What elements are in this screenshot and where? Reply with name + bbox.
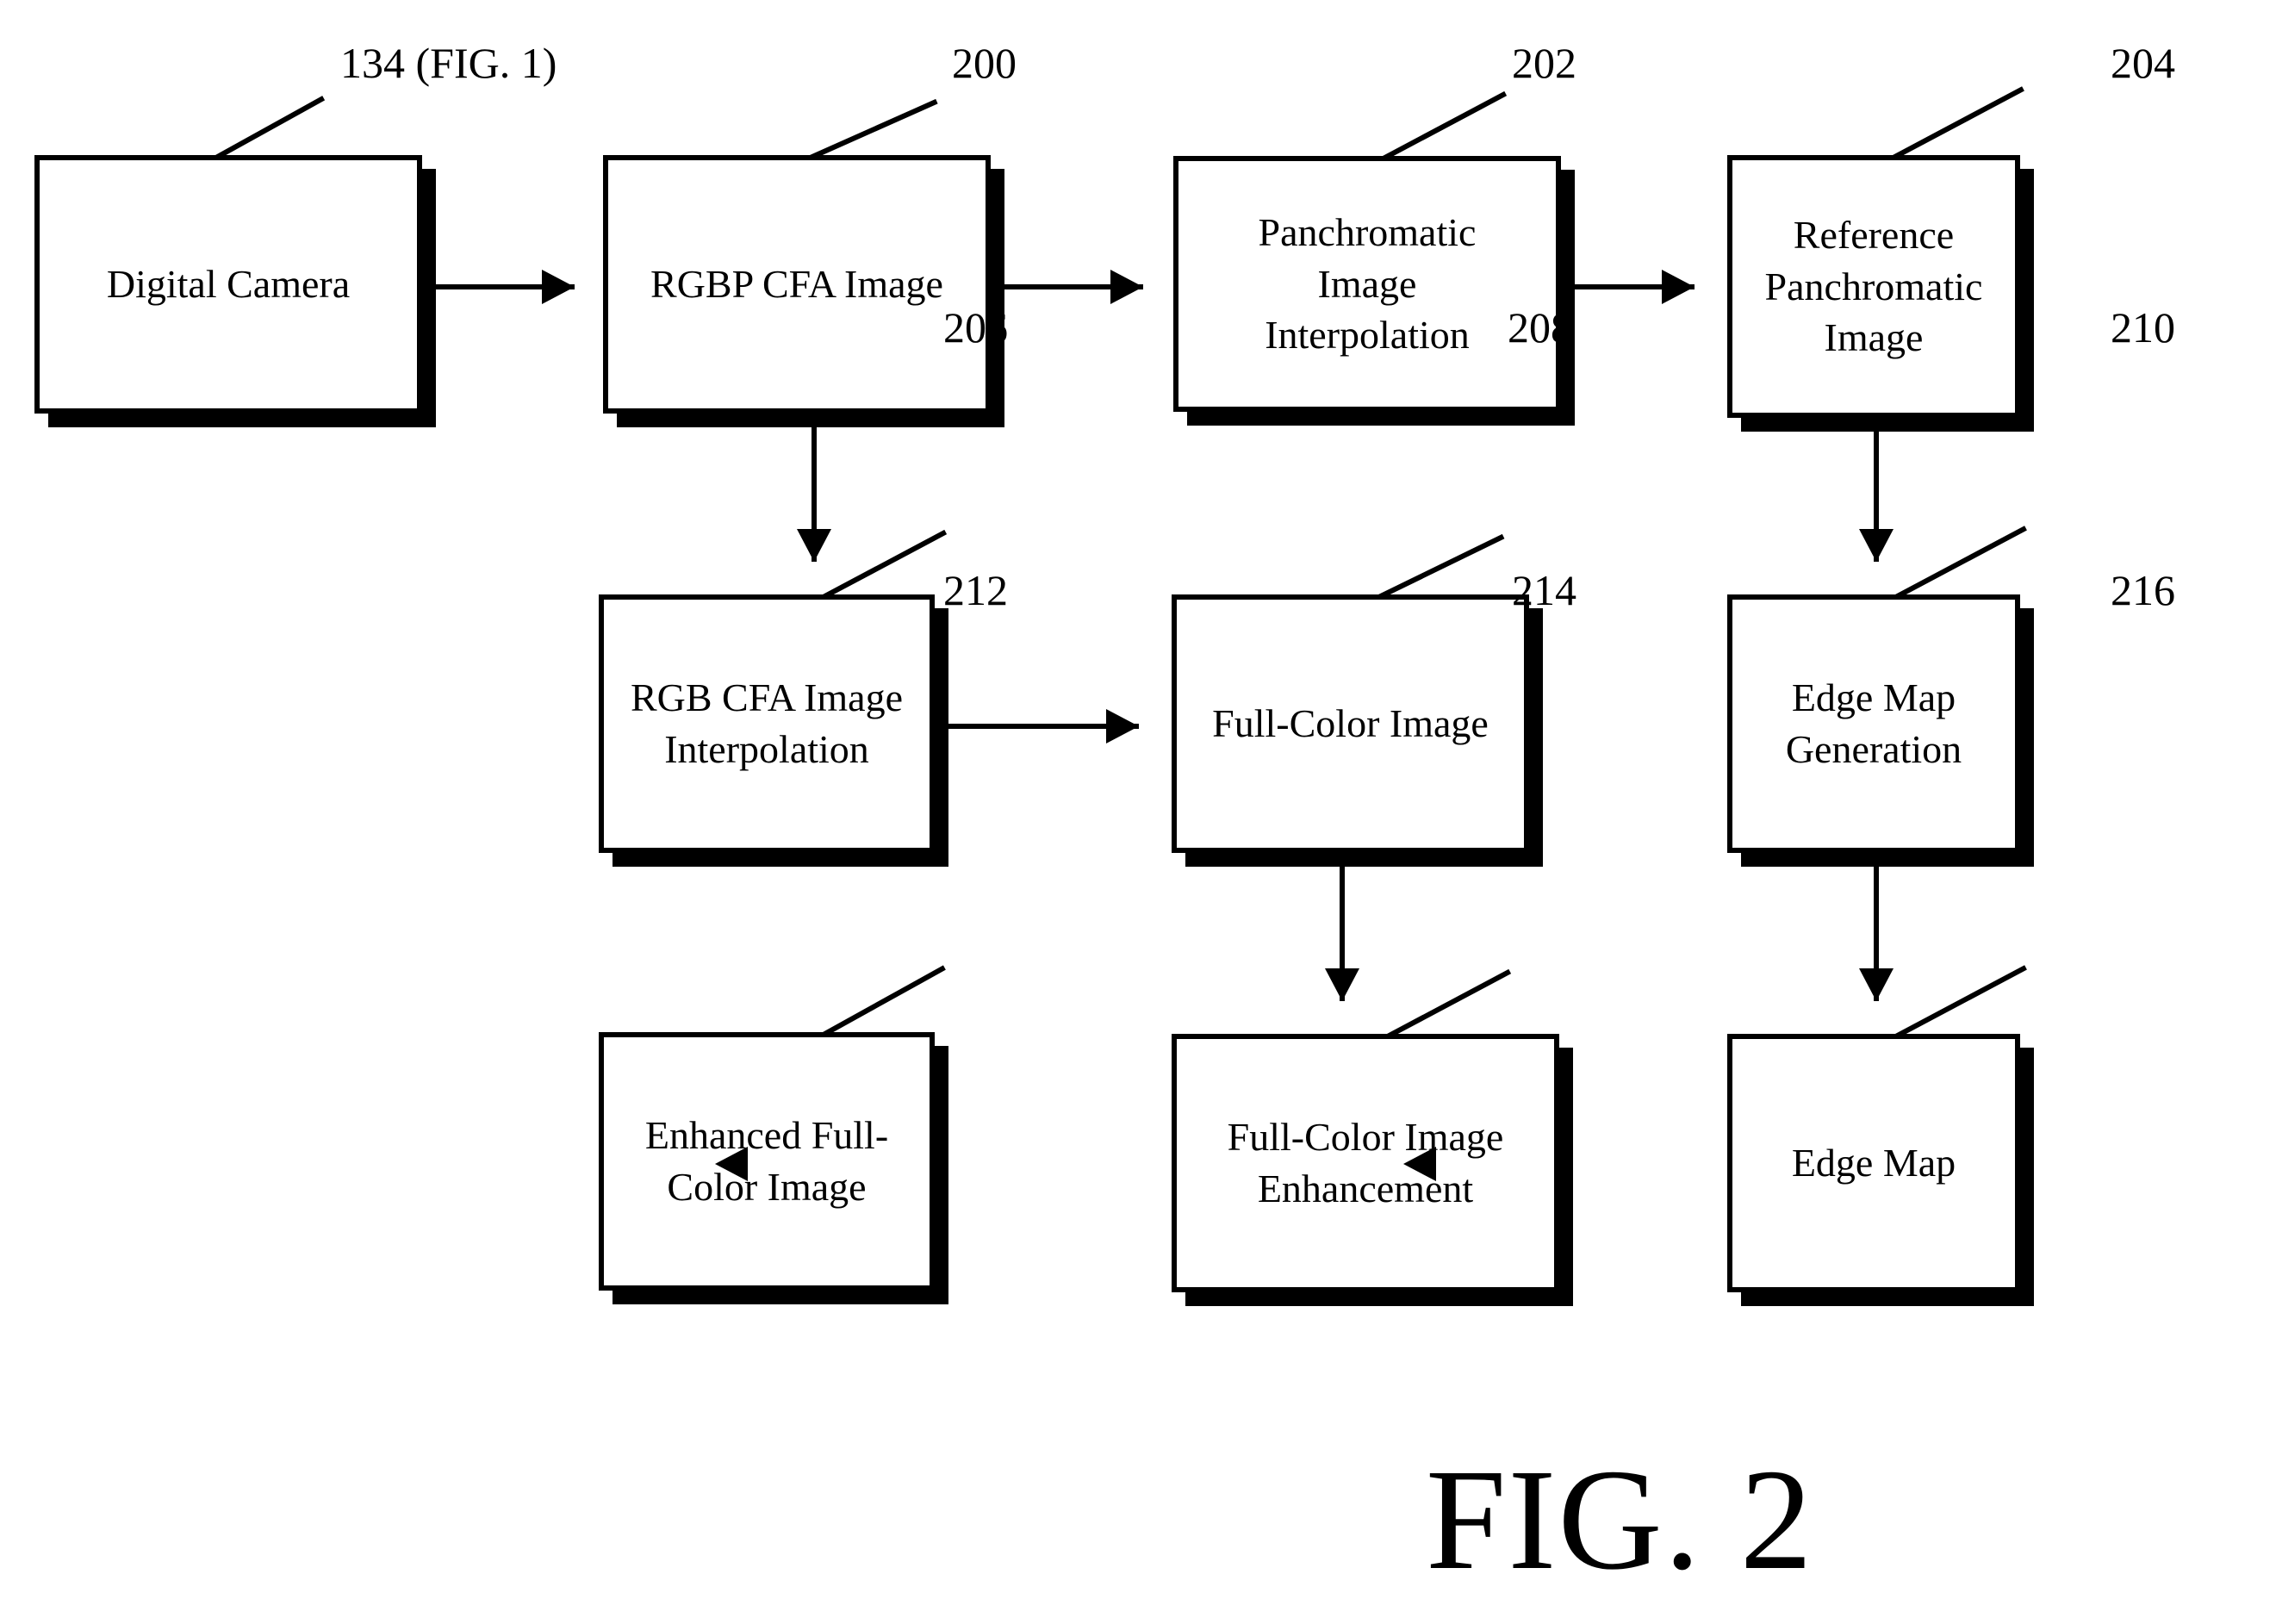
- arrowhead-fullcolor-to-enhancement: [1325, 968, 1359, 1001]
- ref-numeral-212: 212: [943, 566, 1008, 614]
- leader-line-210: [1895, 526, 2027, 600]
- arrowhead-enhancement-to-enhanced: [715, 1147, 748, 1181]
- ref-numeral-208: 208: [1508, 303, 1572, 352]
- ref-numeral-210: 210: [2111, 303, 2175, 352]
- leader-line-214: [1387, 968, 1512, 1039]
- leader-line-134: [215, 96, 326, 160]
- box-label-panchromatic-image-interpolation: Panchromatic Image Interpolation: [1258, 209, 1477, 358]
- leader-line-216: [1895, 965, 2027, 1039]
- box-panchromatic-image-interpolation: Panchromatic Image Interpolation: [1173, 156, 1561, 412]
- arrowhead-reference-to-edgegen: [1859, 529, 1894, 562]
- figure-caption: FIG. 2: [1426, 1440, 1814, 1600]
- ref-numeral-216: 216: [2111, 566, 2175, 614]
- leader-line-208: [1378, 533, 1505, 600]
- arrowhead-panchromatic-to-reference: [1662, 270, 1695, 304]
- patent-figure-2: Digital Camera RGBP CFA Image Panchromat…: [0, 0, 2276, 1624]
- box-label-edge-map-generation: Edge Map Generation: [1785, 675, 1962, 771]
- ref-numeral-214: 214: [1512, 566, 1576, 614]
- box-rgbp-cfa-image: RGBP CFA Image: [603, 155, 991, 414]
- ref-numeral-200: 200: [952, 39, 1017, 87]
- box-label-full-color-image: Full-Color Image: [1212, 701, 1489, 746]
- box-edge-map: Edge Map: [1727, 1034, 2020, 1292]
- leader-line-206: [823, 529, 948, 600]
- leader-line-204: [1893, 86, 2024, 160]
- box-full-color-image-enhancement: Full-Color Image Enhancement: [1172, 1034, 1559, 1292]
- box-label-digital-camera: Digital Camera: [106, 262, 351, 307]
- box-reference-panchromatic-image: Reference Panchromatic Image: [1727, 155, 2020, 418]
- arrowhead-rgbp-to-rgbcfa: [797, 529, 831, 562]
- leader-line-200: [810, 98, 938, 160]
- arrowhead-camera-to-rgbp: [542, 270, 575, 304]
- leader-line-212: [823, 965, 946, 1037]
- leader-line-202: [1383, 90, 1508, 161]
- ref-numeral-134: 134 (FIG. 1): [340, 39, 557, 87]
- arrowhead-rgbcfa-to-fullcolor: [1106, 709, 1139, 744]
- ref-numeral-206: 206: [943, 303, 1008, 352]
- box-label-enhanced-full-color-image: Enhanced Full- Color Image: [644, 1113, 889, 1209]
- box-edge-map-generation: Edge Map Generation: [1727, 594, 2020, 853]
- box-digital-camera: Digital Camera: [34, 155, 422, 414]
- arrowhead-edgegen-to-edgemap: [1859, 968, 1894, 1001]
- ref-numeral-202: 202: [1512, 39, 1576, 87]
- box-label-reference-panchromatic-image: Reference Panchromatic Image: [1764, 212, 1983, 360]
- box-label-rgb-cfa-image-interpolation: RGB CFA Image Interpolation: [630, 675, 904, 771]
- arrowhead-edgemap-to-enhancement: [1403, 1147, 1436, 1181]
- box-rgb-cfa-image-interpolation: RGB CFA Image Interpolation: [599, 594, 935, 853]
- box-enhanced-full-color-image: Enhanced Full- Color Image: [599, 1032, 935, 1291]
- box-full-color-image: Full-Color Image: [1172, 594, 1529, 853]
- arrowhead-rgbp-to-panchromatic: [1110, 270, 1143, 304]
- ref-numeral-204: 204: [2111, 39, 2175, 87]
- box-label-rgbp-cfa-image: RGBP CFA Image: [650, 262, 943, 307]
- box-label-full-color-image-enhancement: Full-Color Image Enhancement: [1227, 1115, 1504, 1210]
- box-label-edge-map: Edge Map: [1791, 1141, 1956, 1185]
